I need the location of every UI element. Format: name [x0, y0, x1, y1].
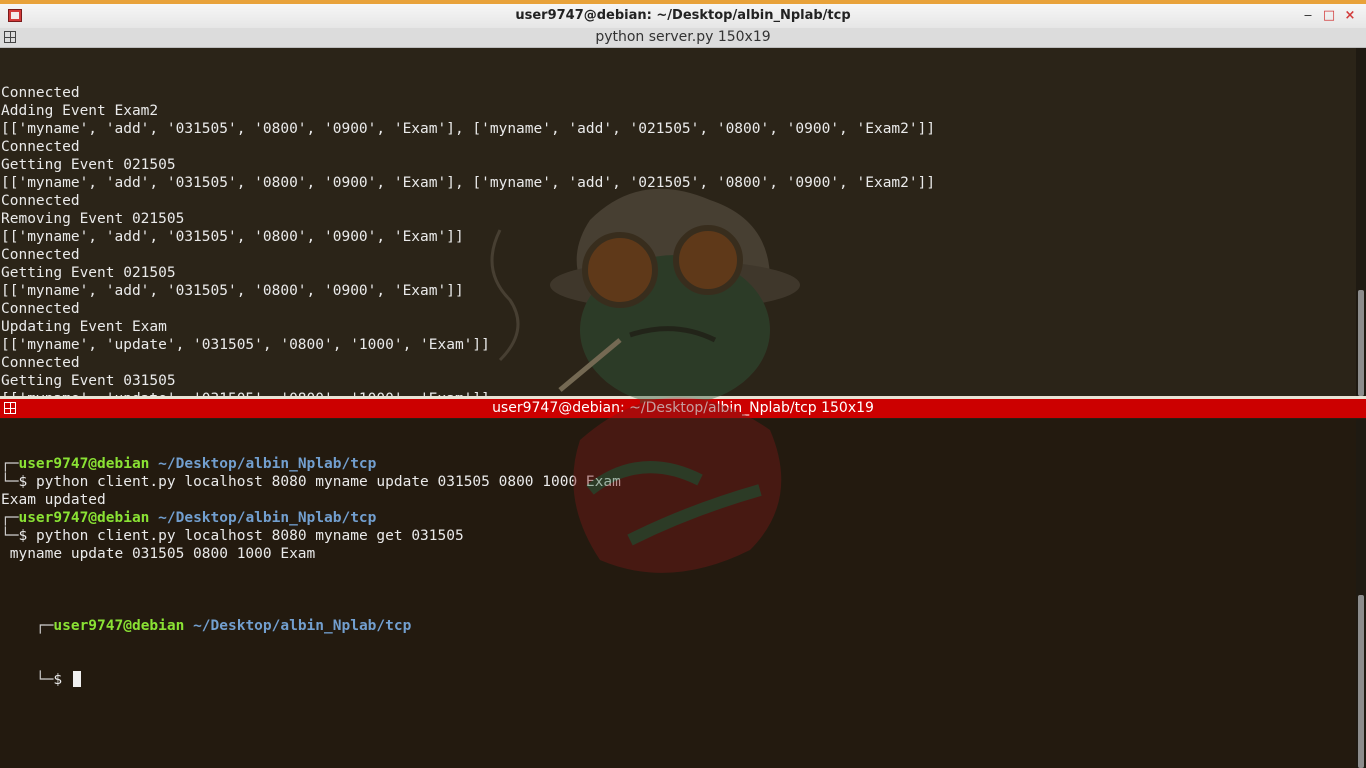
prompt-corner: └─	[1, 528, 19, 544]
server-output-line: Adding Event Exam2	[1, 103, 159, 119]
prompt-corner: ┌─	[1, 456, 19, 472]
server-output-line: [['myname', 'add', '031505', '0800', '09…	[1, 229, 464, 245]
minimize-button[interactable]: ‒	[1300, 8, 1316, 24]
top-pane-scrollbar[interactable]	[1356, 48, 1366, 398]
prompt-line: ┌─user9747@debian ~/Desktop/albin_Nplab/…	[0, 509, 1356, 527]
command-output: myname update 031505 0800 1000 Exam	[1, 546, 316, 562]
prompt-line: ┌─user9747@debian ~/Desktop/albin_Nplab/…	[0, 599, 1356, 634]
command-line: └─$ python client.py localhost 8080 myna…	[0, 473, 1356, 491]
prompt-path: ~/Desktop/albin_Nplab/tcp	[149, 510, 377, 526]
top-pane-title: python server.py 150x19	[595, 29, 771, 45]
top-scroll-thumb[interactable]	[1358, 290, 1364, 396]
prompt-user: user9747@debian	[18, 456, 150, 472]
prompt-user: user9747@debian	[18, 510, 150, 526]
server-output-line: Connected	[1, 247, 80, 263]
server-output-line: Getting Event 021505	[1, 265, 176, 281]
split-layout-icon[interactable]	[4, 402, 16, 414]
bottom-scroll-thumb[interactable]	[1358, 595, 1364, 768]
bottom-pane-header[interactable]: user9747@debian: ~/Desktop/albin_Nplab/t…	[0, 399, 1366, 418]
close-button[interactable]: ×	[1342, 8, 1358, 24]
server-output-line: Removing Event 021505	[1, 211, 185, 227]
split-layout-icon[interactable]	[4, 31, 16, 43]
window-titlebar[interactable]: user9747@debian: ~/Desktop/albin_Nplab/t…	[0, 4, 1366, 29]
command-output: Exam updated	[1, 492, 106, 508]
server-output-line: [['myname', 'add', '031505', '0800', '09…	[1, 121, 936, 137]
server-output-line: Getting Event 031505	[1, 373, 176, 389]
command-text: python client.py localhost 8080 myname g…	[35, 528, 464, 544]
server-output-line: Connected	[1, 85, 80, 101]
server-output-line: Getting Event 021505	[1, 157, 176, 173]
server-output-line: Updating Event Exam	[1, 319, 167, 335]
client-output: ┌─user9747@debian ~/Desktop/albin_Nplab/…	[0, 455, 1356, 563]
server-output-line: [['myname', 'update', '031505', '0800', …	[1, 337, 490, 353]
prompt-corner: └─	[1, 474, 19, 490]
prompt-dollar: $	[18, 474, 36, 490]
server-output-line: [['myname', 'add', '031505', '0800', '09…	[1, 175, 936, 191]
server-output-line: Connected	[1, 355, 80, 371]
server-output-line: [['myname', 'add', '031505', '0800', '09…	[1, 283, 464, 299]
server-output-line: Connected	[1, 193, 80, 209]
terminal-cursor	[72, 671, 81, 687]
prompt-dollar: $	[53, 672, 71, 688]
window-title: user9747@debian: ~/Desktop/albin_Nplab/t…	[515, 8, 851, 23]
command-text: python client.py localhost 8080 myname u…	[35, 474, 621, 490]
top-pane-header[interactable]: python server.py 150x19	[0, 28, 1366, 48]
maximize-button[interactable]: □	[1321, 8, 1337, 24]
prompt-path: ~/Desktop/albin_Nplab/tcp	[184, 618, 412, 634]
prompt-corner: ┌─	[35, 618, 54, 634]
bottom-pane-title: user9747@debian: ~/Desktop/albin_Nplab/t…	[492, 400, 874, 416]
client-terminal[interactable]: ┌─user9747@debian ~/Desktop/albin_Nplab/…	[0, 419, 1356, 768]
bottom-pane-scrollbar[interactable]	[1356, 419, 1366, 768]
server-output-line: Connected	[1, 301, 80, 317]
server-terminal[interactable]: Connected Adding Event Exam2 [['myname', '…	[0, 48, 1356, 396]
prompt-dollar: $	[18, 528, 36, 544]
prompt-line: ┌─user9747@debian ~/Desktop/albin_Nplab/…	[0, 455, 1356, 473]
command-input-line[interactable]: └─$	[0, 653, 1356, 688]
server-output-line: Connected	[1, 139, 80, 155]
prompt-corner: ┌─	[1, 510, 19, 526]
command-line: └─$ python client.py localhost 8080 myna…	[0, 527, 1356, 545]
prompt-user: user9747@debian	[53, 618, 185, 634]
prompt-corner: └─	[35, 672, 54, 688]
prompt-path: ~/Desktop/albin_Nplab/tcp	[149, 456, 377, 472]
server-output: Connected Adding Event Exam2 [['myname', '…	[0, 84, 1356, 396]
